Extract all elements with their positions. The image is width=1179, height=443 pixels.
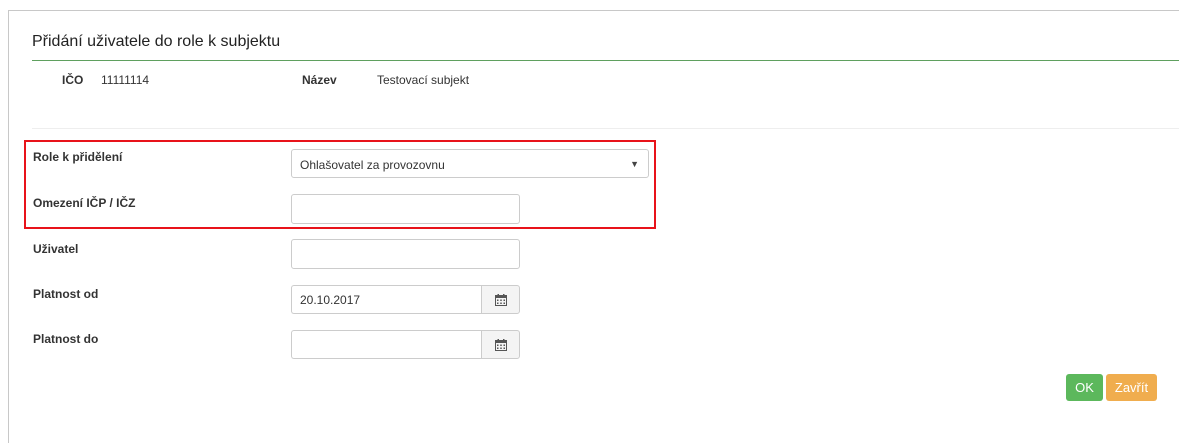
valid-from-label: Platnost od <box>33 287 99 301</box>
user-input[interactable] <box>291 239 520 269</box>
dialog-border-top <box>8 10 1179 11</box>
valid-from-input[interactable] <box>291 285 482 314</box>
role-label: Role k přidělení <box>33 150 123 164</box>
ico-value: 11111114 <box>101 73 150 87</box>
valid-to-input[interactable] <box>291 330 482 359</box>
name-label: Název <box>302 73 337 87</box>
ok-button[interactable]: OK <box>1066 374 1103 401</box>
name-value: Testovací subjekt <box>377 73 470 87</box>
role-select-value: Ohlašovatel za provozovnu <box>300 158 445 172</box>
valid-to-label: Platnost do <box>33 332 99 346</box>
calendar-icon <box>494 293 507 306</box>
valid-from-calendar-button[interactable] <box>481 285 520 314</box>
user-label: Uživatel <box>33 242 79 256</box>
restriction-input[interactable] <box>291 194 520 224</box>
role-select[interactable]: Ohlašovatel za provozovnu ▼ <box>291 149 649 178</box>
dialog-title: Přidání uživatele do role k subjektu <box>32 33 281 50</box>
chevron-down-icon: ▼ <box>630 159 639 169</box>
ico-label: IČO <box>62 73 84 87</box>
dialog-border-left <box>8 10 9 443</box>
calendar-icon <box>494 338 507 351</box>
section-divider <box>32 128 1179 129</box>
close-button[interactable]: Zavřít <box>1106 374 1157 401</box>
restriction-label: Omezení IČP / IČZ <box>33 196 136 210</box>
valid-to-calendar-button[interactable] <box>481 330 520 359</box>
title-divider <box>32 60 1179 61</box>
